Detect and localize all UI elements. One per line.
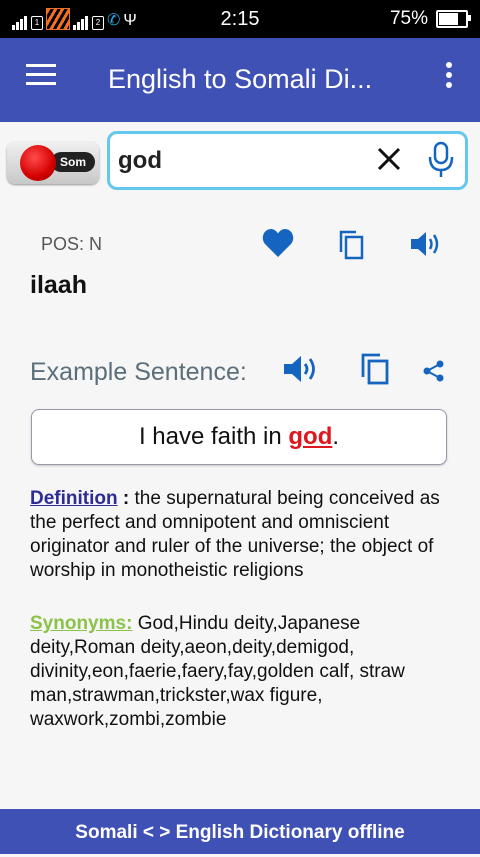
battery-percent: 75%	[389, 8, 428, 29]
overflow-menu-icon[interactable]	[444, 62, 454, 92]
speaker-icon[interactable]	[409, 229, 443, 259]
app-title: English to Somali Di...	[108, 64, 373, 94]
example-copy-icon[interactable]	[361, 353, 391, 385]
favorite-heart-icon[interactable]	[262, 228, 294, 258]
footer-banner[interactable]: Somali < > English Dictionary offline	[0, 809, 480, 854]
definition-separator: :	[117, 488, 135, 509]
sentence-text-before: I have faith in	[138, 423, 289, 450]
copy-icon[interactable]	[339, 230, 365, 260]
status-bar: 1 2 ✆ Ψ 2:15 75%	[0, 0, 480, 38]
clear-icon[interactable]	[374, 144, 404, 174]
toggle-knob	[20, 145, 56, 181]
search-input[interactable]	[116, 142, 360, 180]
definition-label: Definition	[30, 488, 118, 509]
synonyms-block: Synonyms: God,Hindu deity,Japanese deity…	[30, 612, 450, 732]
definition-block: Definition : the supernatural being conc…	[30, 487, 440, 583]
translation-word: ilaah	[30, 271, 87, 299]
sentence-highlight-word: god	[288, 423, 333, 450]
example-speaker-icon[interactable]	[282, 353, 320, 385]
sentence-text-after: .	[332, 423, 340, 450]
share-icon[interactable]	[423, 360, 445, 382]
search-box	[107, 131, 468, 190]
app-bar: English to Somali Di...	[0, 38, 480, 122]
part-of-speech: POS: N	[41, 234, 103, 254]
hamburger-menu-icon[interactable]	[26, 64, 56, 86]
synonyms-label: Synonyms:	[30, 613, 133, 634]
example-sentence-label: Example Sentence:	[30, 358, 247, 386]
example-sentence-box: I have faith in god.	[31, 409, 447, 465]
language-toggle[interactable]: Som	[7, 142, 99, 184]
microphone-icon[interactable]	[426, 141, 456, 179]
battery-icon	[436, 10, 471, 28]
status-icons-right: 75%	[389, 8, 471, 30]
language-toggle-label: Som	[51, 152, 95, 172]
